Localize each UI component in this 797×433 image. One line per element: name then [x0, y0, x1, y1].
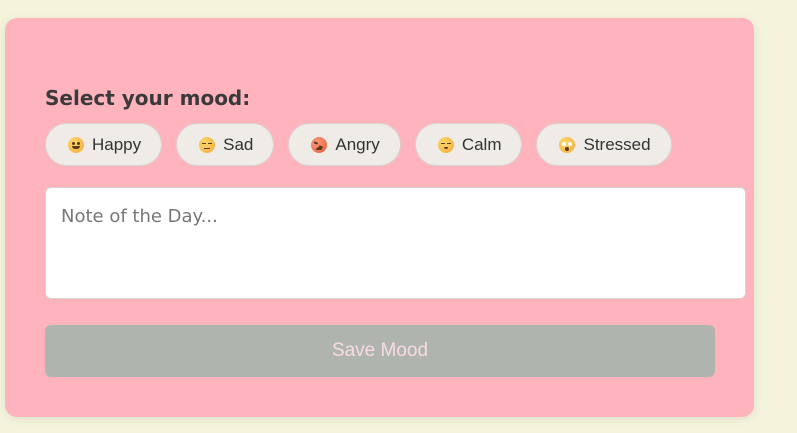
- mood-button-happy[interactable]: Happy: [45, 123, 163, 166]
- mood-title: Select your mood:: [45, 86, 251, 110]
- angry-emoji-icon: [311, 136, 328, 153]
- save-mood-button[interactable]: Save Mood: [45, 325, 715, 377]
- sad-emoji-icon: [199, 136, 216, 153]
- mood-label-happy: Happy: [92, 134, 142, 154]
- happy-emoji-icon: [68, 136, 84, 153]
- note-textarea[interactable]: [45, 187, 746, 299]
- mood-label-sad: Sad: [223, 134, 254, 154]
- mood-button-stressed[interactable]: Stressed: [536, 123, 672, 166]
- calm-emoji-icon: [437, 136, 454, 153]
- mood-label-calm: Calm: [461, 134, 502, 154]
- mood-label-stressed: Stressed: [583, 134, 651, 154]
- mood-button-calm[interactable]: Calm: [414, 123, 523, 166]
- mood-button-sad[interactable]: Sad: [176, 123, 275, 166]
- mood-card: Select your mood: Happy Sad Angry Calm S…: [5, 18, 754, 417]
- mood-button-angry[interactable]: Angry: [288, 123, 401, 166]
- mood-label-angry: Angry: [335, 134, 380, 154]
- stressed-emoji-icon: [559, 136, 576, 153]
- mood-options: Happy Sad Angry Calm Stressed: [45, 123, 672, 166]
